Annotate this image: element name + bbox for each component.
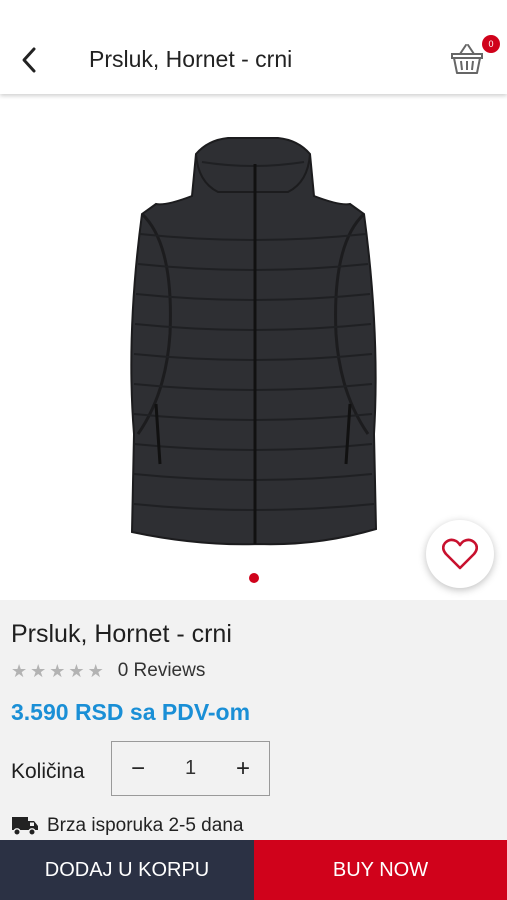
gallery-page-indicator[interactable]	[249, 573, 259, 583]
increase-quantity-button[interactable]: +	[217, 742, 269, 795]
favorite-button[interactable]	[426, 520, 494, 588]
basket-icon	[451, 44, 483, 74]
rating-row[interactable]: ★ ★ ★ ★ ★ 0 Reviews	[11, 660, 205, 682]
product-price: 3.590 RSD sa PDV-om	[11, 699, 251, 725]
cart-count-badge: 0	[482, 35, 500, 53]
quantity-label: Količina	[11, 760, 85, 783]
quantity-value[interactable]: 1	[164, 757, 217, 780]
product-gallery[interactable]	[0, 94, 507, 600]
star-icon: ★	[11, 661, 28, 681]
star-icon: ★	[49, 661, 66, 681]
decrease-quantity-button[interactable]: −	[112, 742, 164, 795]
chevron-left-icon	[22, 47, 36, 73]
back-button[interactable]	[14, 44, 44, 76]
app-header: Prsluk, Hornet - crni 0	[0, 0, 507, 94]
delivery-text: Brza isporuka 2-5 dana	[47, 815, 244, 836]
page-title: Prsluk, Hornet - crni	[89, 46, 293, 72]
star-icon: ★	[30, 661, 47, 681]
reviews-count[interactable]: 0 Reviews	[118, 660, 206, 682]
star-icon: ★	[68, 661, 85, 681]
truck-icon	[12, 817, 38, 836]
product-image	[130, 137, 378, 546]
delivery-info: Brza isporuka 2-5 dana	[11, 815, 243, 837]
buy-now-button[interactable]: BUY NOW	[254, 840, 507, 900]
add-to-cart-button[interactable]: DODAJ U KORPU	[0, 840, 254, 900]
star-rating: ★ ★ ★ ★ ★	[11, 662, 104, 680]
product-name: Prsluk, Hornet - crni	[11, 620, 232, 648]
quantity-stepper: − 1 +	[111, 741, 270, 796]
star-icon: ★	[87, 661, 104, 681]
action-bar: DODAJ U KORPU BUY NOW	[0, 840, 507, 900]
heart-outline-icon	[442, 538, 478, 570]
